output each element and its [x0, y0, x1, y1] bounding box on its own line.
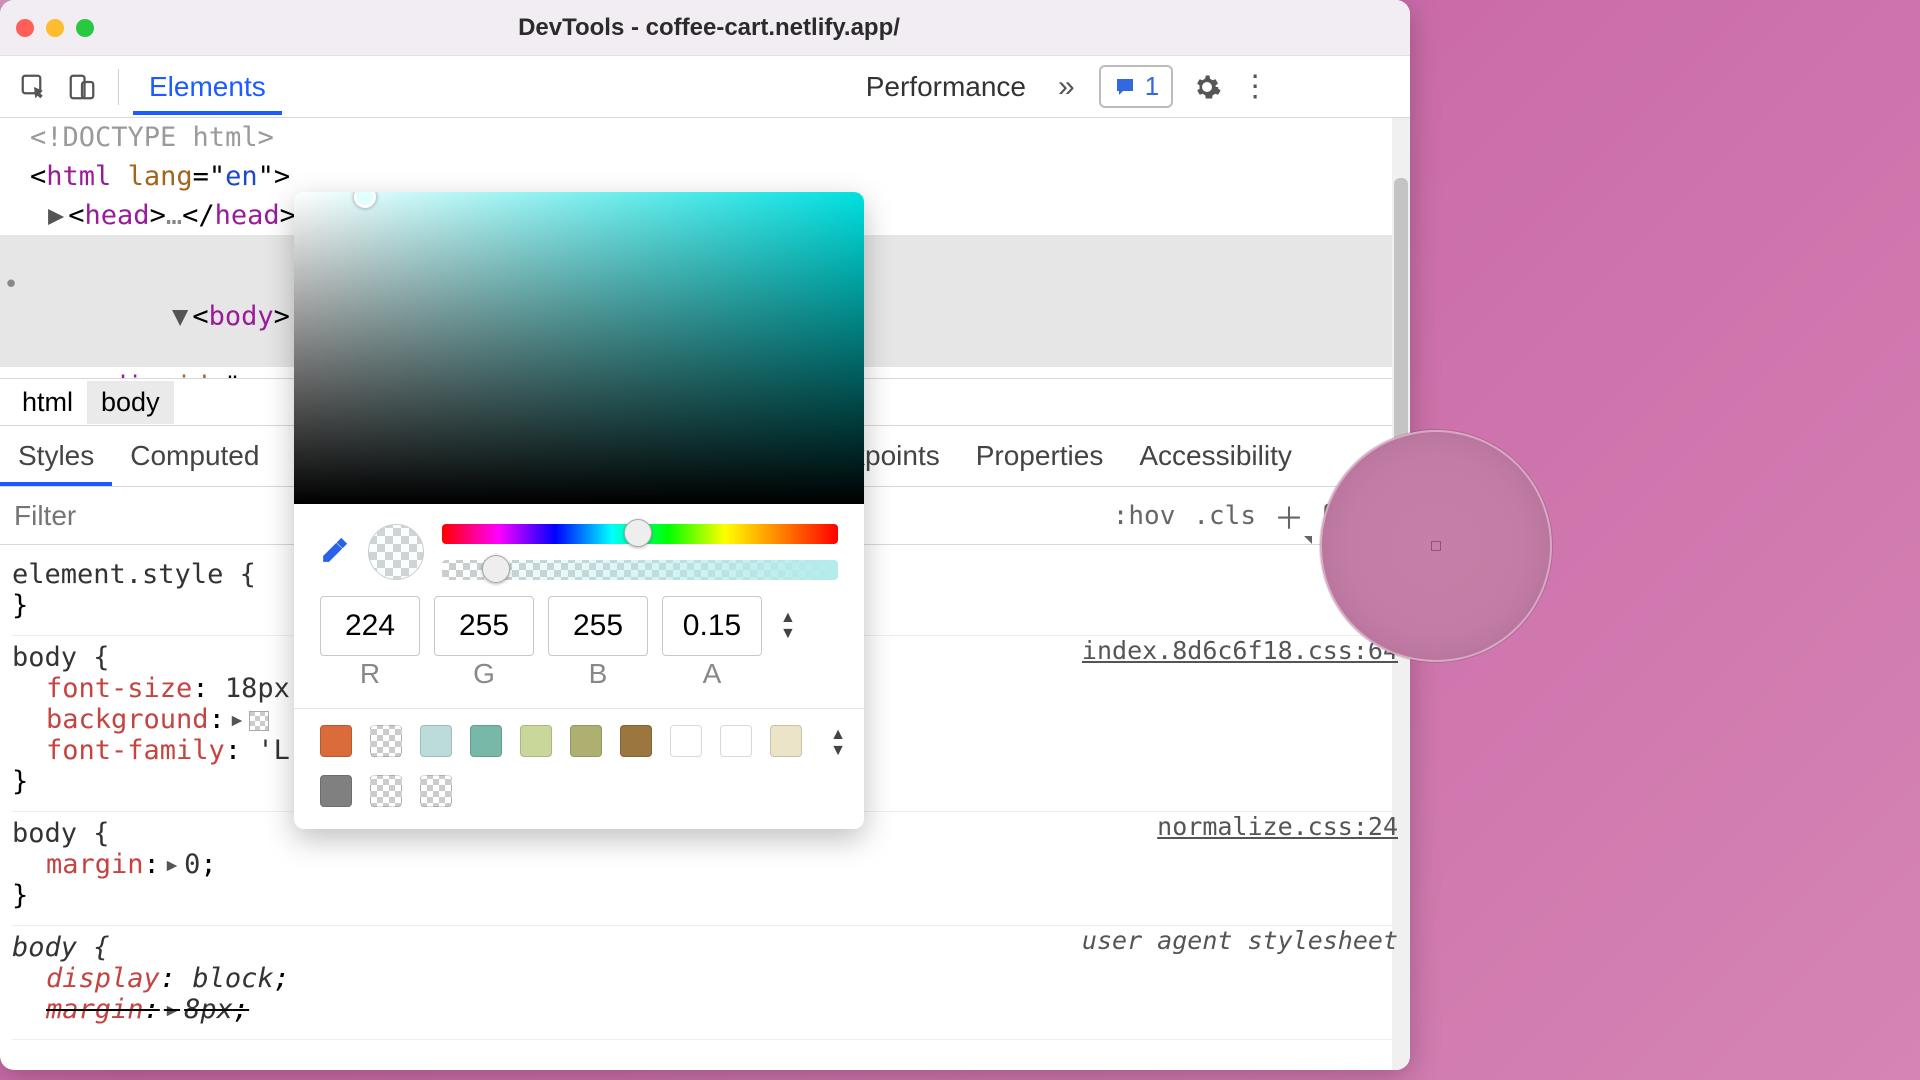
color-a-input[interactable] — [662, 596, 762, 656]
breadcrumb-body[interactable]: body — [87, 381, 174, 424]
devtools-window: DevTools - coffee-cart.netlify.app/ Elem… — [0, 0, 1410, 1070]
minimize-window-button[interactable] — [46, 19, 64, 37]
window-title: DevTools - coffee-cart.netlify.app/ — [94, 14, 1324, 42]
preset-swatch[interactable] — [470, 725, 502, 757]
subtab-accessibility[interactable]: Accessibility — [1121, 426, 1309, 486]
subtab-properties[interactable]: Properties — [958, 426, 1122, 486]
current-color-swatch — [368, 524, 424, 580]
hue-handle[interactable] — [624, 519, 652, 547]
zoom-window-button[interactable] — [76, 19, 94, 37]
rule-body-normalize[interactable]: normalize.css:24 body { margin:▸0; } — [12, 812, 1398, 926]
more-tabs-chevron-icon[interactable]: » — [1046, 70, 1087, 104]
eyedropper-icon[interactable] — [320, 535, 350, 570]
color-g-input[interactable] — [434, 596, 534, 656]
rule-source-link[interactable]: index.8d6c6f18.css:64 — [1082, 636, 1398, 665]
dom-doctype: <!DOCTYPE html> — [30, 122, 274, 153]
window-titlebar: DevTools - coffee-cart.netlify.app/ — [0, 0, 1410, 56]
settings-gear-icon[interactable] — [1185, 65, 1229, 109]
new-style-rule-icon[interactable]: ＋ — [1274, 494, 1304, 538]
main-panel: <!DOCTYPE html> <html lang="en"> ▶<head>… — [0, 118, 1410, 1070]
more-options-icon[interactable]: ⋮ — [1233, 65, 1277, 109]
color-mode-stepper[interactable]: ▲▼ — [780, 610, 796, 642]
preset-swatch[interactable] — [370, 725, 402, 757]
sat-handle[interactable] — [354, 192, 376, 208]
main-toolbar: Elements Performance » 1 ⋮ — [0, 56, 1410, 118]
rule-source-link[interactable]: normalize.css:24 — [1157, 812, 1398, 841]
rule-body-ua[interactable]: user agent stylesheet body { display: bl… — [12, 926, 1398, 1040]
inspect-element-icon[interactable] — [12, 65, 56, 109]
tab-elements[interactable]: Elements — [133, 59, 282, 115]
tab-performance[interactable]: Performance — [850, 59, 1042, 115]
issues-badge[interactable]: 1 — [1099, 65, 1173, 108]
label-g: G — [434, 658, 534, 690]
color-r-input[interactable] — [320, 596, 420, 656]
preset-swatch[interactable] — [320, 775, 352, 807]
rule-source-ua: user agent stylesheet — [1082, 926, 1398, 955]
preset-swatch[interactable] — [420, 725, 452, 757]
color-b-input[interactable] — [548, 596, 648, 656]
label-b: B — [548, 658, 648, 690]
hov-toggle[interactable]: :hov — [1113, 501, 1176, 531]
presets-stepper[interactable]: ▲▼ — [830, 727, 846, 759]
preset-swatch[interactable] — [770, 725, 802, 757]
cls-toggle[interactable]: .cls — [1193, 501, 1256, 531]
preset-swatch[interactable] — [620, 725, 652, 757]
alpha-slider[interactable] — [442, 560, 838, 580]
preset-swatch[interactable] — [370, 775, 402, 807]
eyedropper-magnifier[interactable] — [1320, 430, 1552, 662]
subtab-computed[interactable]: Computed — [112, 426, 277, 486]
color-picker-panel: ▲▼ R G B A ▲▼ — [294, 192, 864, 829]
preset-swatch[interactable] — [720, 725, 752, 757]
saturation-lightness-field[interactable] — [294, 192, 864, 504]
subtab-styles[interactable]: Styles — [0, 426, 112, 486]
preset-swatch[interactable] — [570, 725, 602, 757]
preset-swatch[interactable] — [520, 725, 552, 757]
preset-swatch[interactable] — [320, 725, 352, 757]
preset-swatch[interactable] — [420, 775, 452, 807]
label-a: A — [662, 658, 762, 690]
close-window-button[interactable] — [16, 19, 34, 37]
label-r: R — [320, 658, 420, 690]
traffic-lights — [16, 19, 94, 37]
issues-count: 1 — [1145, 71, 1159, 102]
selected-marker-icon: ••• — [0, 270, 19, 300]
breadcrumb-html[interactable]: html — [8, 381, 87, 424]
color-swatch-icon[interactable] — [249, 711, 269, 731]
alpha-handle[interactable] — [482, 555, 510, 583]
dom-html-open[interactable]: <html lang="en"> — [0, 157, 1410, 196]
device-toolbar-icon[interactable] — [60, 65, 104, 109]
preset-swatch[interactable] — [670, 725, 702, 757]
color-presets: ▲▼ — [294, 708, 864, 829]
hue-slider[interactable] — [442, 524, 838, 544]
